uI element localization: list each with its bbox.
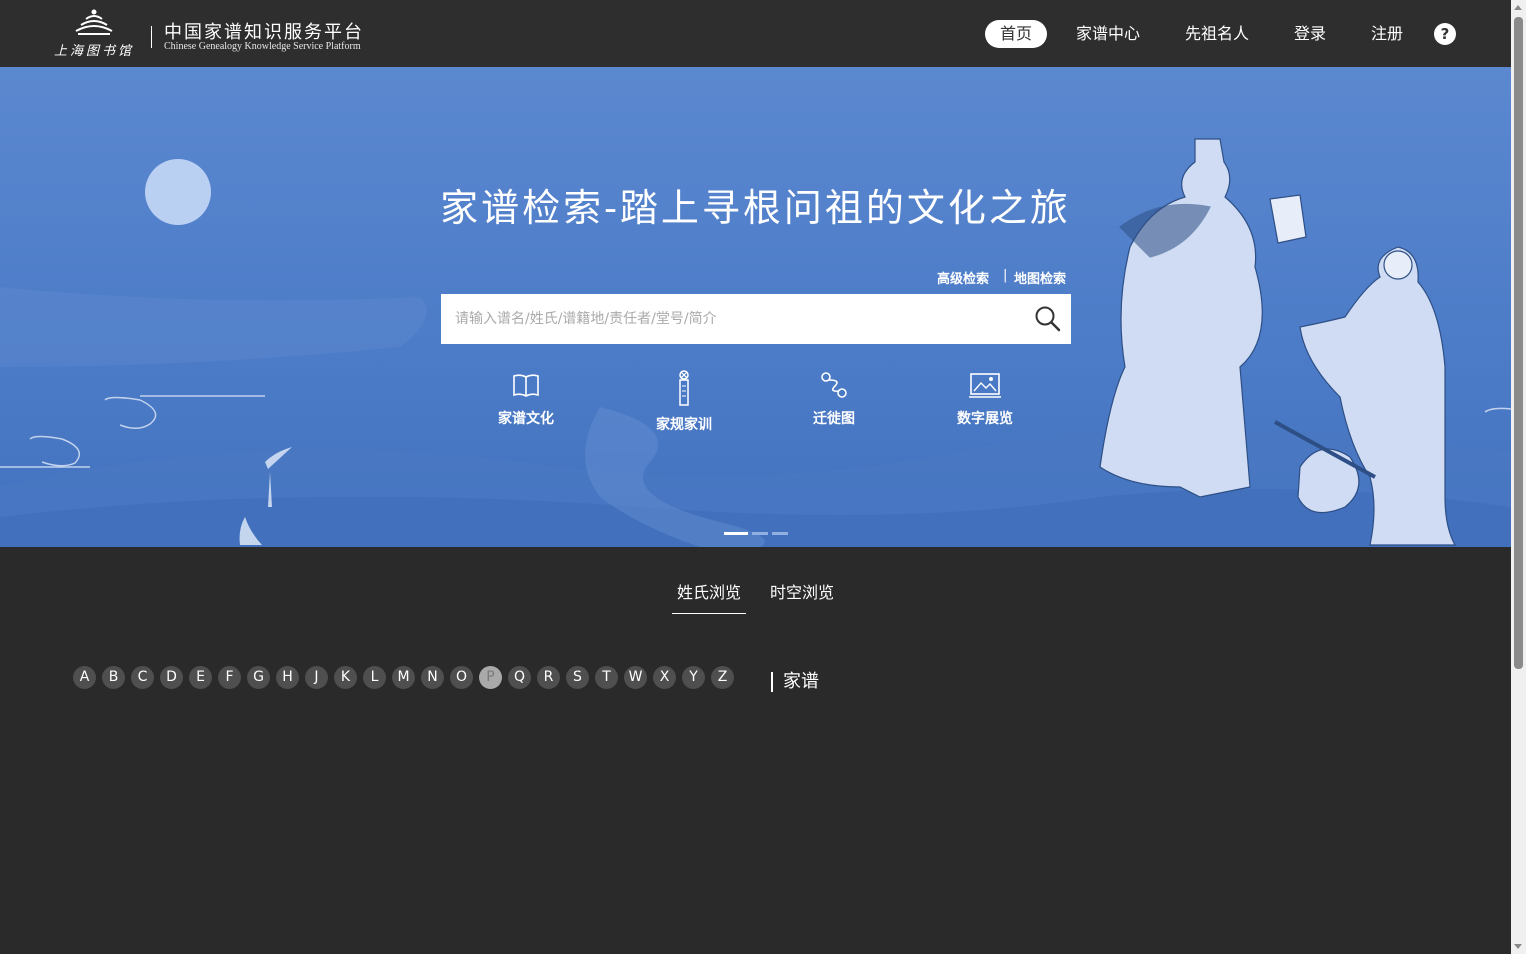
feature-digital-exhibition[interactable]: 数字展览 — [925, 370, 1045, 428]
help-icon[interactable]: ? — [1434, 23, 1456, 45]
tab-time-space-browse[interactable]: 时空浏览 — [770, 579, 834, 613]
letter-g[interactable]: G — [247, 666, 270, 689]
logo-divider — [151, 26, 152, 48]
letter-x[interactable]: X — [653, 666, 676, 689]
advanced-search-link[interactable]: 高级检索 — [937, 268, 989, 287]
top-header: 上海图书馆 中国家谱知识服务平台 Chinese Genealogy Knowl… — [0, 0, 1511, 67]
letter-r[interactable]: R — [537, 666, 560, 689]
letter-f[interactable]: F — [218, 666, 241, 689]
feature-label: 家谱文化 — [498, 411, 554, 427]
search-icon[interactable] — [1033, 304, 1063, 334]
carousel-dot[interactable] — [724, 532, 748, 535]
result-section-title: 家谱 — [771, 672, 819, 692]
banner-title: 家谱检索-踏上寻根问祖的文化之旅 — [440, 186, 1071, 230]
letter-w[interactable]: W — [624, 666, 647, 689]
carousel-dot[interactable] — [772, 532, 788, 535]
scroll-down-icon[interactable] — [1514, 944, 1522, 949]
link-separator: | — [1003, 268, 1008, 283]
picture-gallery-icon — [969, 373, 1001, 398]
letter-e[interactable]: E — [189, 666, 212, 689]
letter-n[interactable]: N — [421, 666, 444, 689]
letter-y[interactable]: Y — [682, 666, 705, 689]
letter-q[interactable]: Q — [508, 666, 531, 689]
platform-name-en: Chinese Genealogy Knowledge Service Plat… — [164, 41, 361, 52]
letter-c[interactable]: C — [131, 666, 154, 689]
feature-label: 家规家训 — [656, 417, 712, 433]
letter-s[interactable]: S — [566, 666, 589, 689]
letter-a[interactable]: A — [73, 666, 96, 689]
route-icon — [821, 372, 847, 398]
letter-d[interactable]: D — [160, 666, 183, 689]
feature-genealogy-culture[interactable]: 家谱文化 — [466, 370, 586, 428]
scroll-icon — [679, 370, 689, 406]
nav-ancestors-celebrities[interactable]: 先祖名人 — [1185, 20, 1249, 48]
nav-genealogy-center[interactable]: 家谱中心 — [1076, 20, 1140, 48]
search-box — [441, 294, 1071, 344]
letter-h[interactable]: H — [276, 666, 299, 689]
tab-surname-browse[interactable]: 姓氏浏览 — [672, 579, 746, 614]
site-logo[interactable]: 上海图书馆 中国家谱知识服务平台 Chinese Genealogy Knowl… — [52, 8, 372, 60]
feature-label: 迁徙图 — [813, 411, 855, 427]
open-book-icon — [513, 374, 539, 397]
search-input[interactable] — [441, 294, 1035, 344]
map-search-link[interactable]: 地图检索 — [1014, 268, 1066, 287]
hero-banner: 家谱检索-踏上寻根问祖的文化之旅 高级检索 | 地图检索 家谱文化 家规家训 — [0, 67, 1511, 547]
letter-l[interactable]: L — [363, 666, 386, 689]
nav-login[interactable]: 登录 — [1294, 20, 1326, 48]
feature-family-rules[interactable]: 家规家训 — [624, 370, 744, 434]
letter-k[interactable]: K — [334, 666, 357, 689]
feature-label: 数字展览 — [957, 411, 1013, 427]
carousel-dot[interactable] — [752, 532, 768, 535]
letter-p[interactable]: P — [479, 666, 502, 689]
letter-t[interactable]: T — [595, 666, 618, 689]
page-scrollbar[interactable] — [1511, 0, 1526, 954]
nav-home[interactable]: 首页 — [985, 20, 1047, 48]
library-name: 上海图书馆 — [54, 44, 135, 59]
letter-z[interactable]: Z — [711, 666, 734, 689]
nav-register[interactable]: 注册 — [1371, 20, 1403, 48]
scroll-up-icon[interactable] — [1514, 5, 1522, 10]
letter-m[interactable]: M — [392, 666, 415, 689]
letter-j[interactable]: J — [305, 666, 328, 689]
letter-o[interactable]: O — [450, 666, 473, 689]
library-emblem-icon — [75, 9, 113, 35]
browse-tabs: 姓氏浏览 时空浏览 — [0, 579, 1511, 614]
scrollbar-thumb[interactable] — [1514, 17, 1523, 669]
letter-b[interactable]: B — [102, 666, 125, 689]
feature-migration-map[interactable]: 迁徙图 — [774, 370, 894, 428]
